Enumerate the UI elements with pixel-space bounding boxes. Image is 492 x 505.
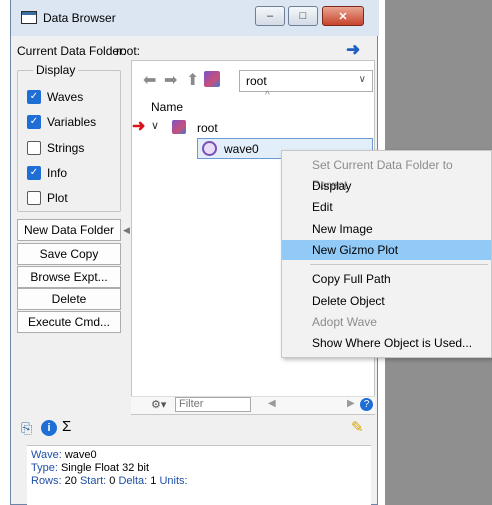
close-button[interactable]: ✕: [322, 6, 364, 26]
window-title: Data Browser: [43, 11, 116, 25]
help-icon[interactable]: ?: [360, 398, 373, 411]
waves-checkbox[interactable]: ✓: [27, 90, 41, 104]
set-folder-icon[interactable]: [204, 71, 220, 87]
filter-input[interactable]: Filter: [175, 397, 251, 412]
info-delta-key: Delta:: [118, 475, 148, 487]
current-folder-arrow-icon: ➜: [132, 118, 146, 135]
wave-label: wave0: [224, 142, 259, 156]
plot-option[interactable]: Plot: [27, 191, 68, 205]
forward-arrow-icon[interactable]: ➡: [164, 70, 177, 90]
menu-item-new-image[interactable]: New Image: [282, 219, 491, 239]
scroll-right-icon[interactable]: ▶: [347, 398, 355, 409]
menu-item-set-current-folder-to-parent: Set Current Data Folder to Parent: [312, 158, 453, 192]
window-icon: [21, 11, 37, 24]
info-start-key: Start:: [79, 475, 107, 487]
menu-item-copy-full-path[interactable]: Copy Full Path: [282, 269, 491, 289]
info-wave-value: wave0: [64, 449, 97, 461]
plot-checkbox[interactable]: [27, 191, 41, 205]
folder-combo-value: root: [246, 74, 267, 88]
menu-item-edit[interactable]: Edit: [282, 197, 491, 217]
current-folder-field[interactable]: root:: [116, 44, 140, 58]
root-folder-icon: [172, 120, 186, 134]
info-type-key: Type:: [31, 462, 58, 474]
menu-separator: [310, 264, 488, 265]
tree-bottom-bar: [131, 396, 375, 414]
info-wave-key: Wave:: [31, 449, 62, 461]
sigma-icon[interactable]: Σ: [62, 418, 71, 435]
info-type-value: Single Float 32 bit: [60, 462, 150, 474]
copy-icon[interactable]: ⎘: [21, 420, 32, 437]
info-option[interactable]: ✓ Info: [27, 166, 67, 180]
new-data-folder-button[interactable]: New Data Folder: [17, 219, 121, 241]
expand-chevron-icon[interactable]: ∨: [151, 119, 159, 132]
strings-option[interactable]: Strings: [27, 141, 84, 155]
menu-item-new-gizmo-plot[interactable]: New Gizmo Plot: [282, 240, 491, 260]
display-legend: Display: [33, 63, 79, 77]
info-type-line: Type: Single Float 32 bit: [31, 462, 367, 475]
menu-item-adopt-wave: Adopt Wave: [312, 315, 377, 329]
execute-cmd-button[interactable]: Execute Cmd...: [17, 311, 121, 333]
info-label: Info: [47, 166, 68, 180]
variables-label: Variables: [47, 115, 97, 129]
waves-option[interactable]: ✓ Waves: [27, 90, 83, 104]
info-rows-key: Rows:: [31, 475, 62, 487]
wave-icon: [202, 141, 217, 156]
info-wave-line: Wave: wave0: [31, 449, 367, 462]
back-arrow-icon[interactable]: ⬅: [143, 70, 156, 90]
title-bar[interactable]: Data Browser – □ ✕: [11, 0, 379, 36]
maximize-button[interactable]: □: [288, 6, 318, 26]
menu-item-show-where-used[interactable]: Show Where Object is Used...: [282, 333, 491, 353]
info-start-value: 0: [109, 475, 116, 487]
info-rows-value: 20: [64, 475, 77, 487]
strings-checkbox[interactable]: [27, 141, 41, 155]
filter-options-icon[interactable]: ⚙▾: [151, 398, 166, 411]
plot-label: Plot: [47, 191, 68, 205]
menu-item-display[interactable]: Display: [282, 176, 491, 196]
context-menu: Set Current Data Folder to Parent Displa…: [281, 150, 492, 358]
minimize-button[interactable]: –: [255, 6, 285, 26]
current-folder-label: Current Data Folder:: [17, 44, 127, 58]
waves-label: Waves: [47, 90, 84, 104]
pencil-icon[interactable]: ✎: [351, 418, 364, 436]
info-units-key: Units:: [159, 475, 188, 487]
variables-option[interactable]: ✓ Variables: [27, 115, 96, 129]
variables-checkbox[interactable]: ✓: [27, 115, 41, 129]
info-panel: Wave: wave0 Type: Single Float 32 bit Ro…: [27, 445, 371, 505]
sort-caret-icon: ^: [265, 90, 270, 101]
go-arrow-icon[interactable]: ➜: [346, 40, 360, 60]
splitter-handle[interactable]: ◀: [123, 225, 130, 236]
info-icon[interactable]: i: [41, 420, 57, 436]
info-delta-value: 1: [150, 475, 157, 487]
info-rows-line: Rows: 20 Start: 0 Delta: 1 Units:: [31, 475, 367, 488]
root-folder-label[interactable]: root: [197, 121, 218, 135]
strings-label: Strings: [47, 141, 85, 155]
delete-button[interactable]: Delete: [17, 288, 121, 310]
save-copy-button[interactable]: Save Copy: [17, 243, 121, 265]
up-arrow-icon[interactable]: ⬆: [186, 70, 199, 90]
name-column-header[interactable]: Name: [151, 100, 183, 114]
info-checkbox[interactable]: ✓: [27, 166, 41, 180]
browse-expt-button[interactable]: Browse Expt...: [17, 266, 121, 288]
folder-combo[interactable]: root ∨: [239, 70, 373, 92]
chevron-down-icon: ∨: [358, 74, 366, 85]
menu-item-delete-object[interactable]: Delete Object: [282, 291, 491, 311]
scroll-left-icon[interactable]: ◀: [268, 398, 276, 409]
